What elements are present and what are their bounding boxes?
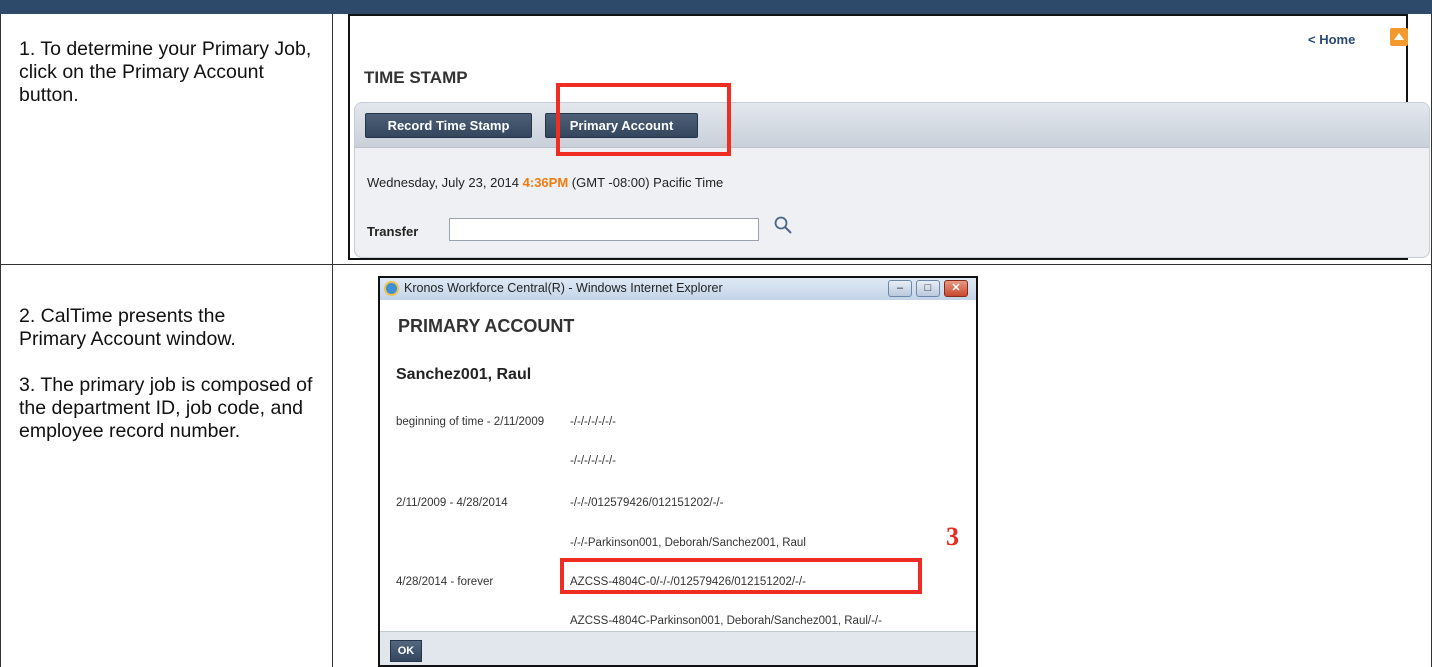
account-line: -/-/-/012579426/012151202/-/-: [570, 497, 724, 509]
date-range: beginning of time - 2/11/2009: [396, 416, 545, 428]
page-title: TIME STAMP: [364, 68, 468, 87]
account-line: -/-/-/-/-/-/-: [570, 455, 616, 467]
time-stamp-screenshot: < Home TIME STAMP Record Time Stamp Prim…: [348, 14, 1430, 260]
employee-name: Sanchez001, Raul: [396, 366, 532, 383]
search-icon[interactable]: [773, 215, 793, 235]
table-border-left: [0, 14, 1, 667]
transfer-input[interactable]: [449, 218, 759, 241]
transfer-label: Transfer: [367, 224, 419, 239]
action-toolbar: Record Time Stamp Primary Account: [355, 103, 1429, 148]
step3-instruction: 3. The primary job is composed of the de…: [19, 374, 313, 442]
ok-button[interactable]: OK: [390, 640, 422, 662]
close-button[interactable]: ✕: [944, 280, 968, 297]
date-range: 4/28/2014 - forever: [396, 576, 494, 588]
dialog-footer: OK: [380, 631, 976, 665]
primary-account-highlight: [556, 83, 731, 156]
account-line: AZCSS-4804C-Parkinson001, Deborah/Sanche…: [570, 615, 882, 627]
account-line: -/-/-Parkinson001, Deborah/Sanchez001, R…: [570, 537, 806, 549]
timezone-text: (GMT -08:00) Pacific Time: [571, 175, 724, 190]
internet-explorer-icon: [384, 281, 399, 296]
home-link[interactable]: < Home: [1308, 32, 1355, 47]
step1-instruction: 1. To determine your Primary Job, click …: [19, 38, 312, 106]
window-heading: PRIMARY ACCOUNT: [398, 316, 575, 336]
maximize-button[interactable]: □: [916, 280, 940, 297]
primary-job-highlight: [560, 558, 922, 594]
minimize-button[interactable]: –: [888, 280, 912, 297]
time-stamp-widget: Record Time Stamp Primary Account Wednes…: [354, 102, 1430, 258]
table-column-divider: [332, 14, 333, 667]
collapse-up-icon[interactable]: [1390, 28, 1408, 46]
primary-account-window: Kronos Workforce Central(R) - Windows In…: [378, 276, 978, 667]
table-row-divider: [0, 264, 1432, 265]
date-text: Wednesday, July 23, 2014: [367, 175, 520, 190]
account-line: -/-/-/-/-/-/-: [570, 416, 616, 428]
record-time-stamp-button[interactable]: Record Time Stamp: [365, 113, 532, 138]
current-date-time: Wednesday, July 23, 2014 4:36PM (GMT -08…: [367, 175, 723, 190]
window-title: Kronos Workforce Central(R) - Windows In…: [404, 281, 723, 295]
date-range: 2/11/2009 - 4/28/2014: [396, 497, 508, 509]
top-banner: [0, 0, 1432, 14]
time-text: 4:36PM: [522, 175, 569, 190]
callout-number: 3: [946, 522, 959, 551]
window-titlebar: Kronos Workforce Central(R) - Windows In…: [380, 278, 976, 300]
step2-instruction: 2. CalTime presents the Primary Account …: [19, 305, 236, 350]
